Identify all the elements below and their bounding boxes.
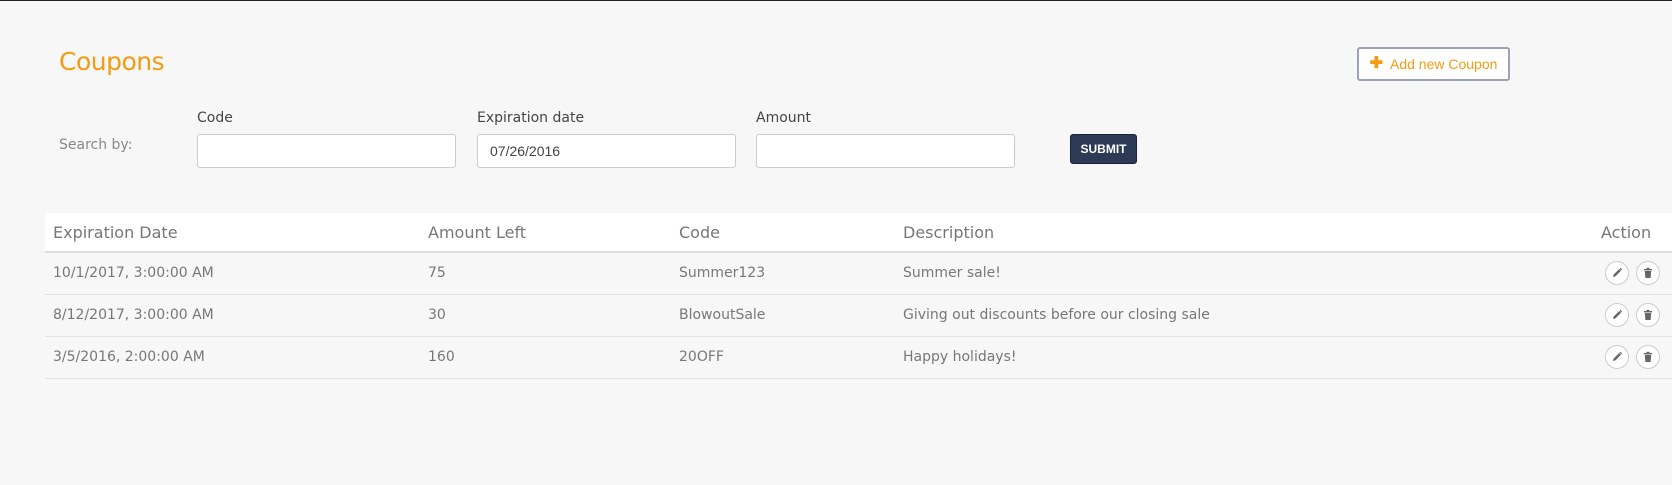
cell-amount: 75 <box>428 265 446 281</box>
delete-button[interactable] <box>1636 345 1660 369</box>
table-header: Expiration Date Amount Left Code Descrip… <box>45 213 1672 253</box>
submit-button[interactable]: SUBMIT <box>1070 134 1137 164</box>
header-code: Code <box>679 223 720 242</box>
trash-icon <box>1644 309 1652 320</box>
delete-button[interactable] <box>1636 303 1660 327</box>
pencil-icon <box>1613 309 1623 319</box>
cell-expiration: 8/12/2017, 3:00:00 AM <box>53 307 214 323</box>
cell-expiration: 10/1/2017, 3:00:00 AM <box>53 265 214 281</box>
plus-icon: ✚ <box>1369 55 1383 72</box>
amount-input[interactable] <box>756 134 1015 168</box>
cell-description: Giving out discounts before our closing … <box>903 307 1210 323</box>
row-actions <box>1605 303 1660 327</box>
add-coupon-button[interactable]: ✚ Add new Coupon <box>1357 47 1510 81</box>
header-description: Description <box>903 223 995 242</box>
cell-amount: 30 <box>428 307 446 323</box>
edit-button[interactable] <box>1605 261 1629 285</box>
row-actions <box>1605 345 1660 369</box>
header-amount-left: Amount Left <box>428 223 527 242</box>
header-action: Action <box>1601 223 1652 242</box>
cell-expiration: 3/5/2016, 2:00:00 AM <box>53 349 205 365</box>
table-row: 8/12/2017, 3:00:00 AM 30 BlowoutSale Giv… <box>45 295 1672 337</box>
table-row: 10/1/2017, 3:00:00 AM 75 Summer123 Summe… <box>45 253 1672 295</box>
cell-amount: 160 <box>428 349 455 365</box>
code-input[interactable] <box>197 134 456 168</box>
cell-code: Summer123 <box>679 265 766 281</box>
expiration-date-input[interactable] <box>477 134 736 168</box>
trash-icon <box>1644 267 1652 278</box>
delete-button[interactable] <box>1636 261 1660 285</box>
pencil-icon <box>1613 351 1623 361</box>
code-label: Code <box>197 110 233 126</box>
coupons-table: Expiration Date Amount Left Code Descrip… <box>45 213 1672 379</box>
cell-description: Happy holidays! <box>903 349 1017 365</box>
cell-code: BlowoutSale <box>679 307 766 323</box>
page-title: Coupons <box>59 47 165 76</box>
header-expiration-date: Expiration Date <box>53 223 178 242</box>
amount-label: Amount <box>756 110 812 126</box>
edit-button[interactable] <box>1605 303 1629 327</box>
trash-icon <box>1644 351 1652 362</box>
pencil-icon <box>1613 267 1623 277</box>
edit-button[interactable] <box>1605 345 1629 369</box>
cell-description: Summer sale! <box>903 265 1001 281</box>
expiration-date-label: Expiration date <box>477 110 585 126</box>
search-by-label: Search by: <box>59 137 133 153</box>
add-coupon-label: Add new Coupon <box>1389 56 1498 72</box>
cell-code: 20OFF <box>679 349 724 365</box>
table-row: 3/5/2016, 2:00:00 AM 160 20OFF Happy hol… <box>45 337 1672 379</box>
row-actions <box>1605 261 1660 285</box>
